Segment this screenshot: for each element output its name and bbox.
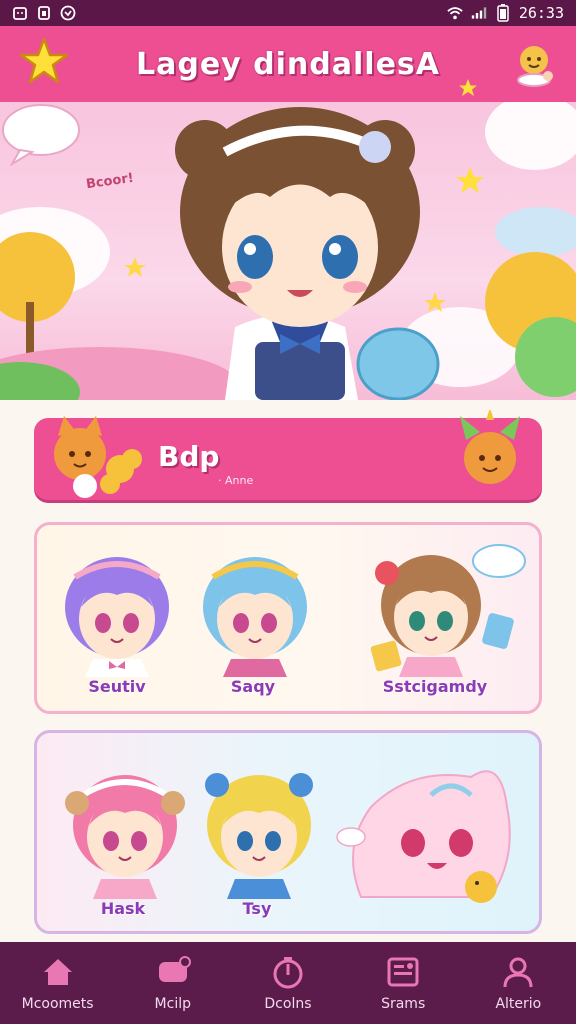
sparkle-star-icon	[459, 79, 477, 96]
nav-label: Mcoomets	[21, 996, 94, 1012]
hero-scene	[0, 102, 576, 400]
nav-item-timer[interactable]: Dcolns	[233, 942, 343, 1024]
app-title: Lagey dindallesA	[135, 46, 440, 82]
wifi-icon	[447, 5, 463, 21]
feature-banner[interactable]: Bdp · Anne	[34, 410, 542, 500]
message-icon	[60, 5, 76, 21]
character-name: Sstcigamdy	[382, 677, 488, 696]
star-icon[interactable]	[18, 36, 70, 88]
profile-icon	[503, 957, 533, 988]
character-card-2[interactable]: Hask Tsy	[34, 730, 542, 934]
status-left	[12, 5, 76, 21]
nav-item-chat[interactable]: Mcilp	[118, 942, 228, 1024]
nav-label: Srams	[381, 996, 426, 1012]
character-portrait[interactable]	[63, 763, 187, 899]
fox-mascot-icon	[54, 416, 142, 498]
hero-illustration: Bcoor!	[0, 102, 576, 400]
gallery-icon	[387, 957, 419, 987]
sim-icon	[36, 5, 52, 21]
character-name: Tsy	[242, 899, 272, 918]
character-portrait[interactable]	[197, 763, 321, 899]
character-portrait[interactable]	[55, 547, 179, 677]
speech-bubble-icon	[2, 104, 80, 166]
fox-cub-icon	[460, 410, 520, 484]
nav-label: Alterio	[495, 996, 542, 1012]
timer-icon	[273, 957, 303, 989]
status-right: 26:33	[447, 4, 564, 22]
avatar-icon[interactable]	[510, 40, 558, 88]
ghost-mascot-icon[interactable]	[331, 747, 521, 917]
battery-icon	[495, 4, 511, 22]
home-icon	[43, 959, 72, 985]
nav-item-profile[interactable]: Alterio	[463, 942, 573, 1024]
status-bar: 26:33	[0, 0, 576, 26]
nav-item-home[interactable]: Mcoomets	[3, 942, 113, 1024]
signal-icon	[471, 5, 487, 21]
banner-subtitle: · Anne	[218, 474, 254, 487]
nav-item-gallery[interactable]: Srams	[348, 942, 458, 1024]
android-icon	[12, 5, 28, 21]
character-name: Saqy	[230, 677, 276, 696]
character-portrait[interactable]	[193, 547, 317, 677]
status-time: 26:33	[518, 4, 564, 22]
character-portrait[interactable]	[359, 543, 527, 677]
banner-title: Bdp	[158, 440, 220, 473]
nav-label: Dcolns	[264, 996, 312, 1012]
chat-icon	[158, 956, 191, 982]
nav-label: Mcilp	[154, 996, 191, 1012]
bottom-navigation: Mcoomets Mcilp Dcolns Srams Alterio	[0, 942, 576, 1024]
character-card-1[interactable]: Seutiv Saqy Sstcigamdy	[34, 522, 542, 714]
app-header: Lagey dindallesA	[0, 26, 576, 102]
